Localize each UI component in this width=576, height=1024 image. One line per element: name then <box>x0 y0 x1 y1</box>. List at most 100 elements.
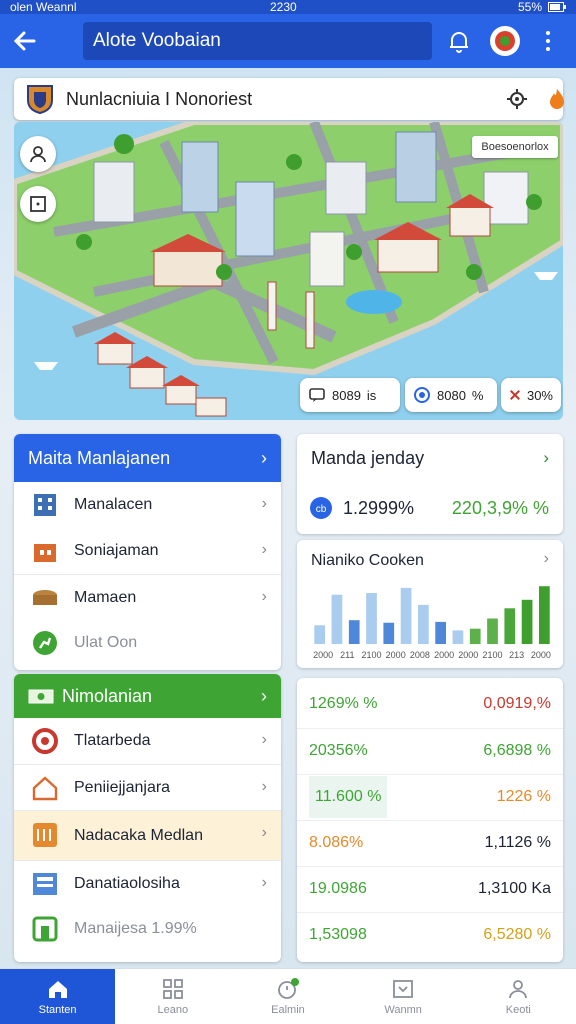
management-menu-title: Maita Manlajanen <box>28 447 171 468</box>
chart-bar <box>504 608 516 644</box>
chart-tick-label: 2000 <box>434 650 454 660</box>
stat-right: 6,5280 % <box>483 925 551 943</box>
stat-row[interactable]: 1269% % 0,0919,% <box>297 682 563 726</box>
map-user-button[interactable] <box>20 136 56 172</box>
stat-left: 1269% % <box>309 695 378 712</box>
bottom-nav: Stanten Leano Ealmin Wanmn Keoti <box>0 968 576 1024</box>
chart-tick-label: 2000 <box>531 650 551 660</box>
menu-item-disabled[interactable]: Ulat Oon <box>14 620 281 666</box>
app-title: Alote Voobaian <box>83 22 432 60</box>
chart-bar <box>435 621 447 644</box>
chart-tick-label: 2000 <box>313 650 333 660</box>
chevron-right-icon: › <box>261 874 267 891</box>
map-stat-value-1: 8089 <box>332 387 361 403</box>
menu-item-maintenance[interactable]: Mamaen › <box>14 574 281 620</box>
stat-row[interactable]: 1,53098 6,5280 % <box>297 912 563 956</box>
menu-item-tlatarbeda[interactable]: Tlatarbeda › <box>14 718 281 764</box>
menu-item-nadacaka-medlan[interactable]: Nadacaka Medlan › <box>14 810 281 860</box>
nav-item-grid[interactable]: Leano <box>115 969 230 1024</box>
chart-tick-label: 211 <box>340 650 354 660</box>
home-outline-icon <box>32 776 58 801</box>
menu-item-management[interactable]: Manalacen › <box>14 482 281 528</box>
menu-item-label: Ulat Oon <box>74 634 138 651</box>
home-icon <box>48 981 67 998</box>
menu-item-manaijesa[interactable]: Manaijesa 1.99% <box>14 906 281 952</box>
bar-chart: 2000 211 2100 2000 2008 2000 2000 2100 213 2000 <box>313 586 551 660</box>
summary-card[interactable]: Manda jenday › cb 1.2999% 220,3,9% % <box>297 434 563 534</box>
secondary-menu-header[interactable]: Nimolanian › <box>14 674 281 718</box>
location-header[interactable]: Nunlacniuia I Nonoriest <box>14 78 564 120</box>
location-title: Nunlacniuia I Nonoriest <box>66 89 253 109</box>
clock: 2230 <box>270 0 297 14</box>
map-stat-value-3: 30% <box>526 387 553 403</box>
menu-item-label: Soniajaman <box>74 542 159 559</box>
nav-item-alerts[interactable]: Ealmin <box>230 969 345 1024</box>
building-icon <box>34 494 56 516</box>
map-stat-value-2: 8080 <box>437 387 466 403</box>
stat-row[interactable]: 19.0986 1,3100 Ka <box>297 866 563 910</box>
lifebuoy-icon <box>32 728 58 754</box>
secondary-menu: Nimolanian › Tlatarbeda › Peniiejjanjara… <box>14 674 281 962</box>
summary-left-value: 1.2999% <box>343 497 415 518</box>
menu-item-label: Mamaen <box>74 588 137 606</box>
close-icon <box>509 390 520 400</box>
chat-icon <box>309 388 325 402</box>
city-emblem-icon <box>27 85 53 114</box>
stat-row[interactable]: 11.600 % 1226 % <box>297 774 563 818</box>
nav-label: Keoti <box>505 1004 531 1016</box>
chart-bar <box>469 628 481 644</box>
chart-bar <box>400 587 412 644</box>
menu-item-social[interactable]: Soniajaman › <box>14 528 281 574</box>
chart-card[interactable]: Nianiko Cooken › 2000 211 2100 2000 2008 2000… <box>297 540 563 668</box>
svg-text:cb: cb <box>316 504 327 515</box>
map-stat-pill-2[interactable]: 8080 % <box>405 378 497 412</box>
chart-bar <box>521 599 533 644</box>
nav-item-home[interactable]: Stanten <box>0 969 116 1024</box>
map-layers-button[interactable] <box>20 186 56 222</box>
fire-icon[interactable] <box>544 86 570 112</box>
chevron-right-icon: › <box>543 448 549 467</box>
nav-label: Stanten <box>38 1004 77 1016</box>
gear-icon[interactable] <box>506 88 528 110</box>
chart-bar <box>348 620 360 644</box>
stat-left: 19.0986 <box>309 879 367 897</box>
stat-left: 11.600 % <box>309 775 388 818</box>
stat-right: 1,3100 Ka <box>478 879 551 897</box>
chart-tick-label: 2100 <box>482 650 502 660</box>
menu-item-label: Nadacaka Medlan <box>74 826 203 844</box>
stat-row[interactable]: 8.086% 1,1126 % <box>297 820 563 864</box>
inbox-icon <box>393 980 414 998</box>
menu-item-danatiaolosiha[interactable]: Danatiaolosiha › <box>14 860 281 906</box>
menu-item-label: Manalacen <box>74 496 153 513</box>
map-stat-pill-1[interactable]: 8089 is <box>300 378 400 412</box>
stat-left: 20356% <box>309 741 368 759</box>
stat-right: 1226 % <box>496 787 551 805</box>
nav-label: Leano <box>157 1004 189 1016</box>
more-menu-button[interactable] <box>538 28 558 54</box>
nav-item-inbox[interactable]: Wanmn <box>346 969 461 1024</box>
map-stat-unit-2: % <box>471 387 484 403</box>
chart-bar <box>487 618 498 644</box>
map-stat-pill-3[interactable]: 30% <box>501 378 561 412</box>
chart-tick-label: 2000 <box>458 650 478 660</box>
menu-item-peniiejjanjara[interactable]: Peniiejjanjara › <box>14 764 281 810</box>
bell-icon <box>450 32 468 53</box>
back-button[interactable] <box>0 14 50 68</box>
document-icon <box>33 873 57 895</box>
city-map[interactable] <box>14 122 563 420</box>
chevron-right-icon: › <box>261 824 267 841</box>
stat-row[interactable]: 20356% 6,6898 % <box>297 728 563 772</box>
carrier-label: olen Weannl <box>10 0 77 14</box>
battery-label: 55% <box>517 0 542 14</box>
chart-bar <box>314 625 326 644</box>
map-area-label: Boesoenorlox <box>472 136 558 158</box>
grid-icon <box>162 979 183 999</box>
menu-item-label: Danatiaolosiha <box>74 874 180 892</box>
info-circle-icon: cb <box>310 497 332 519</box>
avatar[interactable] <box>490 26 520 56</box>
management-menu-header[interactable]: Maita Manlajanen › <box>14 434 281 482</box>
notification-button[interactable] <box>446 28 472 54</box>
nav-item-profile[interactable]: Keoti <box>461 969 576 1024</box>
chart-tick-label: 2100 <box>361 650 381 660</box>
door-icon <box>32 916 58 942</box>
